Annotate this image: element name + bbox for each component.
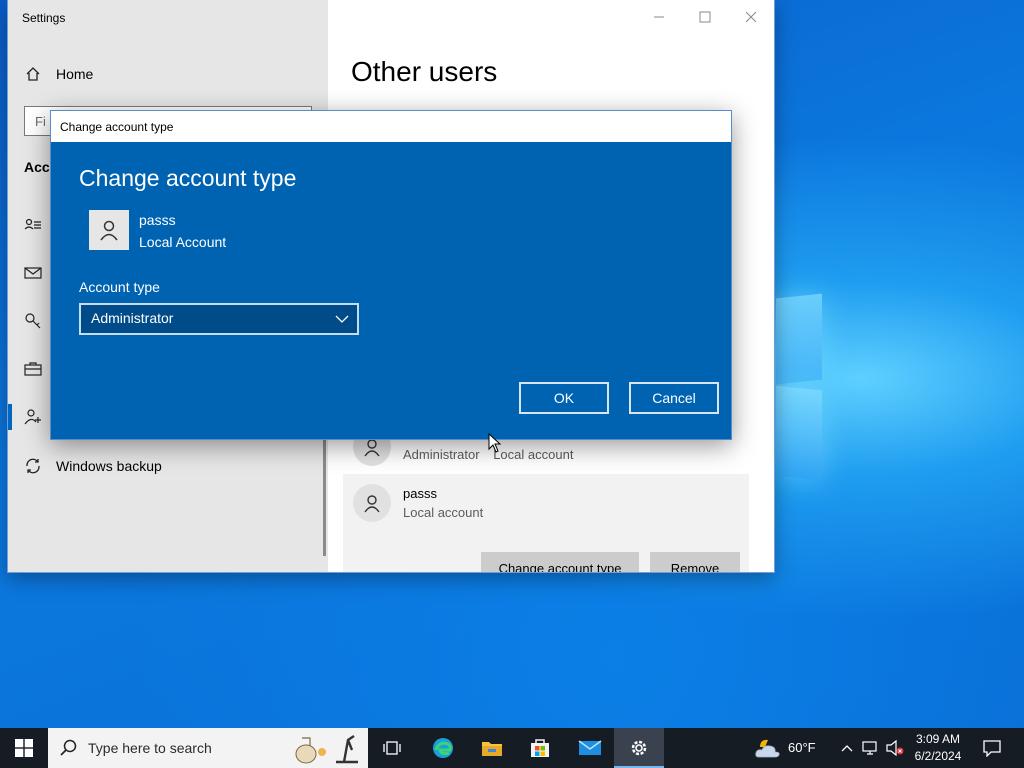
edge-button[interactable]: [418, 728, 468, 768]
dialog-user-type: Local Account: [139, 234, 227, 250]
windows-logo-pane-bottom: [776, 385, 822, 481]
taskbar-search-placeholder: Type here to search: [88, 740, 212, 756]
ok-button[interactable]: OK: [519, 382, 609, 414]
user-row-passs[interactable]: passs Local account: [343, 484, 749, 522]
settings-window-title: Settings: [22, 11, 66, 25]
taskbar-clock[interactable]: 3:09 AM 6/2/2024: [906, 731, 970, 765]
dialog-user-name: passs: [139, 212, 176, 228]
store-button[interactable]: [516, 728, 564, 768]
notification-icon: [983, 740, 1001, 757]
store-icon: [531, 739, 549, 757]
weather-temperature: 60°F: [788, 740, 816, 755]
task-view-icon: [383, 741, 401, 755]
volume-muted-icon: [886, 740, 904, 756]
sign-in-options-icon[interactable]: [24, 312, 42, 330]
your-info-icon[interactable]: [24, 216, 42, 234]
dialog-body: Change account type passs Local Account …: [51, 142, 731, 439]
chevron-down-icon: [335, 315, 349, 323]
volume-button[interactable]: [884, 728, 906, 768]
show-hidden-icons-button[interactable]: [838, 728, 856, 768]
dialog-heading: Change account type: [79, 165, 297, 191]
network-icon: [862, 741, 877, 755]
mail-button[interactable]: [566, 728, 614, 768]
family-other-users-icon[interactable]: [24, 408, 42, 426]
start-button[interactable]: [0, 728, 48, 768]
search-icon: [60, 739, 77, 756]
user-avatar-icon: [353, 484, 391, 522]
settings-taskbar-button[interactable]: [614, 728, 664, 768]
gear-icon: [631, 740, 647, 756]
active-nav-indicator: [8, 404, 12, 430]
file-explorer-button[interactable]: [468, 728, 516, 768]
clock-date: 6/2/2024: [914, 749, 962, 763]
user-avatar-icon: [89, 210, 129, 250]
user-type-administrator: Local account: [493, 446, 574, 462]
clock-time: 3:09 AM: [915, 732, 961, 746]
user-name-administrator: Administrator: [403, 446, 480, 462]
nav-home[interactable]: Home: [24, 65, 93, 83]
cancel-button[interactable]: Cancel: [629, 382, 719, 414]
file-explorer-icon: [482, 742, 502, 756]
change-account-type-button[interactable]: Change account type: [481, 552, 639, 572]
network-button[interactable]: [860, 728, 882, 768]
account-type-value: Administrator: [91, 310, 174, 326]
window-controls: [636, 0, 774, 34]
action-center-button[interactable]: [976, 728, 1008, 768]
mail-icon: [578, 740, 602, 755]
edge-icon: [433, 738, 453, 758]
search-highlight-icon: [295, 735, 358, 764]
maximize-button[interactable]: [682, 0, 728, 34]
page-title: Other users: [351, 56, 498, 87]
close-button[interactable]: [728, 0, 774, 34]
task-view-button[interactable]: [370, 728, 414, 768]
mouse-cursor-icon: [488, 433, 502, 453]
change-account-type-dialog: Change account type Change account type …: [50, 110, 732, 440]
taskbar: Type here to search 60°F 3:09 AM 6/2/202…: [0, 728, 1024, 768]
nav-windows-backup-label: Windows backup: [56, 458, 162, 474]
account-type-label: Account type: [79, 279, 160, 295]
windows-logo-icon: [15, 739, 33, 757]
email-accounts-icon[interactable]: [24, 264, 42, 282]
user-type-passs: Local account: [403, 505, 484, 520]
home-icon: [24, 65, 42, 83]
access-work-icon[interactable]: [24, 360, 42, 378]
minimize-button[interactable]: [636, 0, 682, 34]
windows-logo-pane-top: [776, 293, 822, 385]
nav-windows-backup[interactable]: Windows backup: [24, 457, 162, 475]
sync-icon: [24, 457, 42, 475]
weather-icon: [755, 739, 780, 758]
user-name-passs: passs: [403, 486, 437, 501]
nav-home-label: Home: [56, 66, 94, 82]
chevron-up-icon: [841, 745, 853, 752]
dialog-titlebar: Change account type: [51, 111, 731, 142]
weather-button[interactable]: [752, 728, 784, 768]
remove-button[interactable]: Remove: [650, 552, 740, 572]
account-type-dropdown[interactable]: Administrator: [79, 303, 359, 335]
taskbar-search-box[interactable]: Type here to search: [48, 728, 368, 768]
